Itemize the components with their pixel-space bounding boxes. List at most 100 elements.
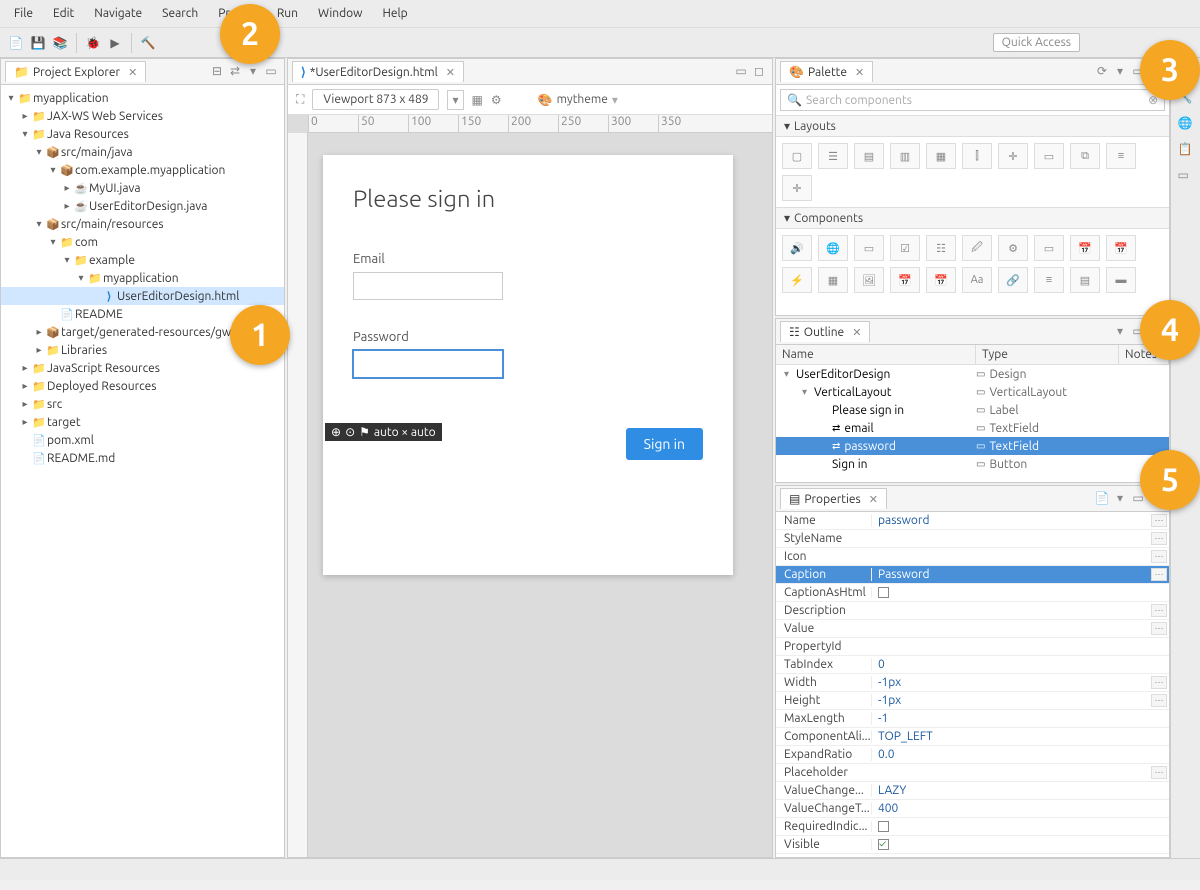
property-row[interactable]: Namepassword⋯	[776, 512, 1169, 530]
property-row[interactable]: ExpandRatio0.0	[776, 746, 1169, 764]
project-explorer-tab[interactable]: 📁 Project Explorer ✕	[5, 61, 146, 82]
component-item[interactable]: ▭	[1034, 235, 1064, 261]
tree-item[interactable]: ▸📁JAX-WS Web Services	[1, 107, 284, 125]
outline-row[interactable]: ▾VerticalLayout▭ VerticalLayout	[776, 383, 1169, 401]
col-type[interactable]: Type	[976, 345, 1119, 364]
theme-selector[interactable]: 🎨 mytheme ▾	[538, 93, 618, 107]
component-item[interactable]: 🌐	[818, 235, 848, 261]
grid-icon[interactable]: ▦	[472, 93, 483, 107]
component-item[interactable]: 🖉	[962, 235, 992, 261]
close-icon[interactable]: ✕	[869, 493, 878, 506]
component-item[interactable]: ⚡	[782, 267, 812, 293]
component-item[interactable]: ⚙	[998, 235, 1028, 261]
tree-item[interactable]: ▸📁target	[1, 413, 284, 431]
layout-item[interactable]: ⧉	[1070, 143, 1100, 169]
link-editor-icon[interactable]: ⇄	[227, 64, 243, 80]
properties-tab[interactable]: ▤ Properties ✕	[780, 488, 887, 509]
layout-item[interactable]: ⫿	[962, 143, 992, 169]
view-menu-icon[interactable]: ▾	[1112, 64, 1128, 80]
property-row[interactable]: TabIndex0	[776, 656, 1169, 674]
layout-item[interactable]: ☰	[818, 143, 848, 169]
tree-item[interactable]: ▾📁Java Resources	[1, 125, 284, 143]
tree-item[interactable]: ▾📦src/main/java	[1, 143, 284, 161]
layout-item[interactable]: ≡	[1106, 143, 1136, 169]
outline-row[interactable]: Please sign in▭ Label	[776, 401, 1169, 419]
menu-window[interactable]: Window	[308, 3, 372, 24]
layout-item[interactable]: ✛	[998, 143, 1028, 169]
property-row[interactable]: Description⋯	[776, 602, 1169, 620]
maximize-icon[interactable]: ◻	[751, 64, 767, 80]
menu-help[interactable]: Help	[372, 3, 417, 24]
component-item[interactable]: 🖼	[854, 267, 884, 293]
property-row[interactable]: MaxLength-1	[776, 710, 1169, 728]
tree-item[interactable]: ▾📁myapplication	[1, 89, 284, 107]
view-menu-icon[interactable]: ▾	[245, 64, 261, 80]
property-row[interactable]: StyleName⋯	[776, 530, 1169, 548]
menu-navigate[interactable]: Navigate	[84, 3, 152, 24]
editor-tab[interactable]: ⟩ *UserEditorDesign.html ✕	[292, 61, 464, 82]
view-menu-icon[interactable]: ▾	[1112, 324, 1128, 340]
minimize-icon[interactable]: ▭	[263, 64, 279, 80]
viewport-dropdown-icon[interactable]: ▾	[447, 90, 463, 110]
build-icon[interactable]: 🔨	[138, 33, 158, 53]
tree-item[interactable]: ▾📦src/main/resources	[1, 215, 284, 233]
layout-item[interactable]: ▦	[926, 143, 956, 169]
outline-tab[interactable]: ☷ Outline ✕	[780, 321, 870, 342]
layout-item[interactable]: ▤	[854, 143, 884, 169]
component-item[interactable]: Aa	[962, 267, 992, 293]
tree-item[interactable]: ⟩UserEditorDesign.html	[1, 287, 284, 305]
property-row[interactable]: PropertyId	[776, 638, 1169, 656]
component-item[interactable]: 📅	[1070, 235, 1100, 261]
perspective-icon[interactable]: 📋	[1178, 142, 1194, 158]
view-menu-icon[interactable]: ▾	[1112, 491, 1128, 507]
close-icon[interactable]: ✕	[852, 326, 861, 339]
property-row[interactable]: Value⋯	[776, 620, 1169, 638]
email-field[interactable]	[353, 272, 503, 300]
property-row[interactable]: ComponentAli...TOP_LEFT	[776, 728, 1169, 746]
component-item[interactable]: ☷	[926, 235, 956, 261]
property-row[interactable]: Width-1px⋯	[776, 674, 1169, 692]
tree-item[interactable]: ▾📁myapplication	[1, 269, 284, 287]
debug-icon[interactable]: 🐞	[83, 33, 103, 53]
component-item[interactable]: 🔊	[782, 235, 812, 261]
refresh-icon[interactable]: ⟳	[1094, 64, 1110, 80]
component-item[interactable]: 🔗	[998, 267, 1028, 293]
palette-search[interactable]: 🔍 Search components ⊗	[780, 89, 1165, 111]
perspective-icon[interactable]: ▭	[1178, 168, 1194, 184]
menu-search[interactable]: Search	[152, 3, 208, 24]
crop-icon[interactable]: ⛶	[296, 93, 304, 107]
tree-item[interactable]: 📄README.md	[1, 449, 284, 467]
layouts-section[interactable]: ▾ Layouts	[776, 115, 1169, 137]
palette-tab[interactable]: 🎨 Palette ✕	[780, 61, 873, 82]
property-row[interactable]: Icon⋯	[776, 548, 1169, 566]
settings-icon[interactable]: ⚙	[491, 93, 502, 107]
layout-item[interactable]: ✛	[782, 175, 812, 201]
properties-table[interactable]: Namepassword⋯StyleName⋯Icon⋯CaptionPassw…	[776, 512, 1169, 857]
layout-item[interactable]: ▥	[890, 143, 920, 169]
component-item[interactable]: ▭	[854, 235, 884, 261]
tree-item[interactable]: ▸☕MyUI.java	[1, 179, 284, 197]
property-row[interactable]: Placeholder⋯	[776, 764, 1169, 782]
tree-item[interactable]: ▾📁example	[1, 251, 284, 269]
password-field[interactable]	[353, 350, 503, 378]
component-item[interactable]: ▦	[818, 267, 848, 293]
tree-item[interactable]: ▸📁src	[1, 395, 284, 413]
viewport-selector[interactable]: Viewport 873 x 489	[312, 89, 439, 110]
tree-item[interactable]: ▾📁com	[1, 233, 284, 251]
design-surface[interactable]: Please sign in Email Password ⊕⊙⚑auto × …	[323, 155, 733, 575]
minimize-icon[interactable]: ▭	[733, 64, 749, 80]
component-item[interactable]: ☑	[890, 235, 920, 261]
close-icon[interactable]: ✕	[128, 66, 137, 79]
quick-access[interactable]: Quick Access	[993, 33, 1080, 52]
close-icon[interactable]: ✕	[446, 66, 455, 79]
component-item[interactable]: 📅	[926, 267, 956, 293]
tree-item[interactable]: 📄pom.xml	[1, 431, 284, 449]
tree-item[interactable]: ▸📁Deployed Resources	[1, 377, 284, 395]
menu-edit[interactable]: Edit	[43, 3, 84, 24]
design-canvas[interactable]: 050100150200250300350 Please sign in Ema…	[288, 115, 772, 857]
outline-row[interactable]: ▾UserEditorDesign▭ Design	[776, 365, 1169, 383]
property-row[interactable]: ValueChange...LAZY	[776, 782, 1169, 800]
tree-item[interactable]: ▸☕UserEditorDesign.java	[1, 197, 284, 215]
component-item[interactable]: ▤	[1070, 267, 1100, 293]
new-prop-icon[interactable]: 📄	[1094, 491, 1110, 507]
